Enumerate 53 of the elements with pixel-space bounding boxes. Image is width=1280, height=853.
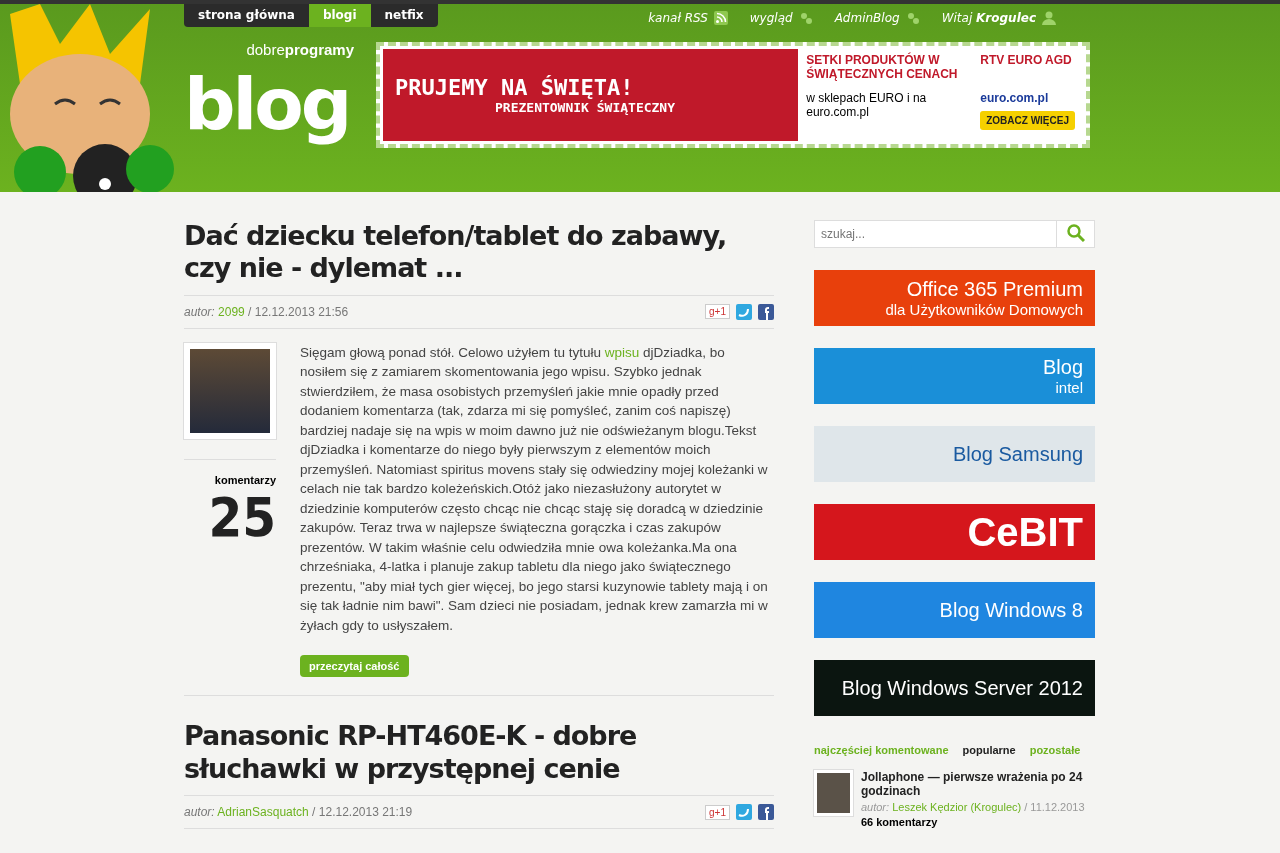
rss-icon	[713, 10, 728, 25]
facebook-icon[interactable]	[758, 303, 774, 320]
ad-headline: PRUJEMY NA ŚWIĘTA!	[395, 75, 635, 100]
ad-domain: euro.com.pl	[980, 90, 1050, 105]
ad-brand: RTV EURO AGD	[980, 53, 1073, 69]
list-tab[interactable]: najczęściej komentowane	[814, 744, 949, 756]
post-excerpt: Sięgam głową ponad stół. Celowo użyłem tu tytułu wpisu djDziadka, bo nosiłem się z zamiarem skomentowania jego wpisu. Szybko jednak stwierdziłem, że masa osobistych przemyśleń jakie mnie opadły przed dodaniem komentarza (tak, zdarza mi się pomyśleć, zanim coś napiszę) bardziej nadaje się na wpis w moim dawno już nie odświeżanym blogu.Tekst djDziadka i komentarze do niego były pierwszym z elementów moich przemyśleń. Natomiast spiritus movens stały się odwiedziny mojej koleżanki w celach nie tak bardzo koleżeńskich.Otóż jako niezasłużony autorytet w dziedzinie komputerów często chcąc nie chcąc staję się doradcą w dziedzinie zakupów. Teraz trwa w najlepsze świąteczna gorączka i czas zakupów prezentów. W takim właśnie celu odwiedziła mnie owa koleżanka.Ma ona chrześniaka, 4-latka i planuje zakup tabletu dla niego jako świątecznego prezentu, "aby miał tych gier więcej, bo jego starsi kuzynowie tablety mają i on się tak ładnie nim bawi". Sam dzieci nie posiadam, jednak krew zamarzła mi w żyłach gdy to usłyszałem.	[300, 343, 769, 635]
promo-banner[interactable]: Office 365 Premium dla Użytkowników Domowych	[814, 270, 1095, 326]
post-title[interactable]: Dać dziecku telefon/tablet do zabawy, czy nie - dylemat ...	[184, 220, 774, 285]
ad-banner[interactable]: PRUJEMY NA ŚWIĘTA! PREZENTOWNIK ŚWIĄTECZNY SETKI PRODUKTÓW W ŚWIĄTECZNYCH CENACH RTV EURO AGD w sklepach EURO i na euro.com.pl euro.com.pl ZOBACZ WIĘCEJ	[376, 42, 1090, 148]
post-link[interactable]: wpisu	[604, 344, 640, 360]
author-link[interactable]: Leszek Kędzior (Krogulec)	[892, 801, 1022, 813]
read-more-button[interactable]: przeczytaj całość	[300, 655, 409, 678]
header-link[interactable]: AdminBlog	[834, 10, 920, 25]
search-icon	[1066, 223, 1085, 242]
nav-tab[interactable]: strona główna	[184, 4, 309, 27]
header-link[interactable]: Witaj Krogulec	[941, 10, 1056, 25]
ad-offer: SETKI PRODUKTÓW W ŚWIĄTECZNYCH CENACH	[806, 53, 959, 83]
promo-banner[interactable]: Blog Samsung	[814, 426, 1095, 482]
search-field[interactable]: szukaj...	[814, 220, 1057, 248]
ad-subline: PREZENTOWNIK ŚWIĄTECZNY	[495, 100, 676, 115]
promo-banner[interactable]: Blog intel	[814, 348, 1095, 404]
google-plus-button[interactable]: g+1	[705, 804, 730, 820]
list-tab[interactable]: pozostałe	[1029, 744, 1081, 756]
ad-text: w sklepach EURO i na euro.com.pl	[806, 90, 928, 121]
nav-tab[interactable]: blogi	[308, 4, 371, 27]
gears-icon	[798, 10, 813, 25]
search-button[interactable]	[1057, 220, 1095, 248]
list-tab[interactable]: popularne	[962, 744, 1016, 756]
promo-banner[interactable]: CeBIT	[814, 504, 1095, 560]
post-meta: autor: AdrianSasquatch / 12.12.2013 21:19	[184, 805, 413, 820]
comments-label: komentarzy	[184, 458, 276, 486]
top-post-title[interactable]: Jollaphone — pierwsze wrażenia po 24 godzinach	[860, 770, 1095, 798]
header-link[interactable]: kanał RSS	[648, 10, 728, 25]
nav-tab[interactable]: netfix	[370, 4, 438, 27]
user-icon	[1042, 10, 1056, 25]
ad-cta-button[interactable]: ZOBACZ WIĘCEJ	[980, 110, 1075, 130]
facebook-icon[interactable]	[758, 804, 774, 821]
post-meta: autor: 2099 / 12.12.2013 21:56	[184, 304, 349, 319]
author-link[interactable]: AdrianSasquatch	[217, 805, 309, 820]
top-post-meta: autor: Leszek Kędzior (Krogulec) / 11.12.2013	[860, 801, 1086, 813]
logo-brand: dobreprogramy	[246, 41, 354, 59]
gears-icon	[905, 10, 920, 25]
google-plus-button[interactable]: g+1	[705, 304, 730, 320]
post-title[interactable]: Panasonic RP-HT460E-K - dobre słuchawki w przystępnej cenie	[184, 720, 774, 786]
promo-banner[interactable]: Blog Windows Server 2012	[814, 660, 1095, 716]
promo-banner[interactable]: Blog Windows 8	[814, 582, 1095, 638]
comments-count: 66 komentarzy	[860, 816, 939, 828]
photo-placeholder	[814, 770, 853, 816]
header-link[interactable]: wygląd	[749, 10, 813, 25]
logo-text: blog	[184, 61, 351, 148]
author-link[interactable]: 2099	[218, 304, 245, 319]
comments-count: 25	[208, 485, 276, 549]
